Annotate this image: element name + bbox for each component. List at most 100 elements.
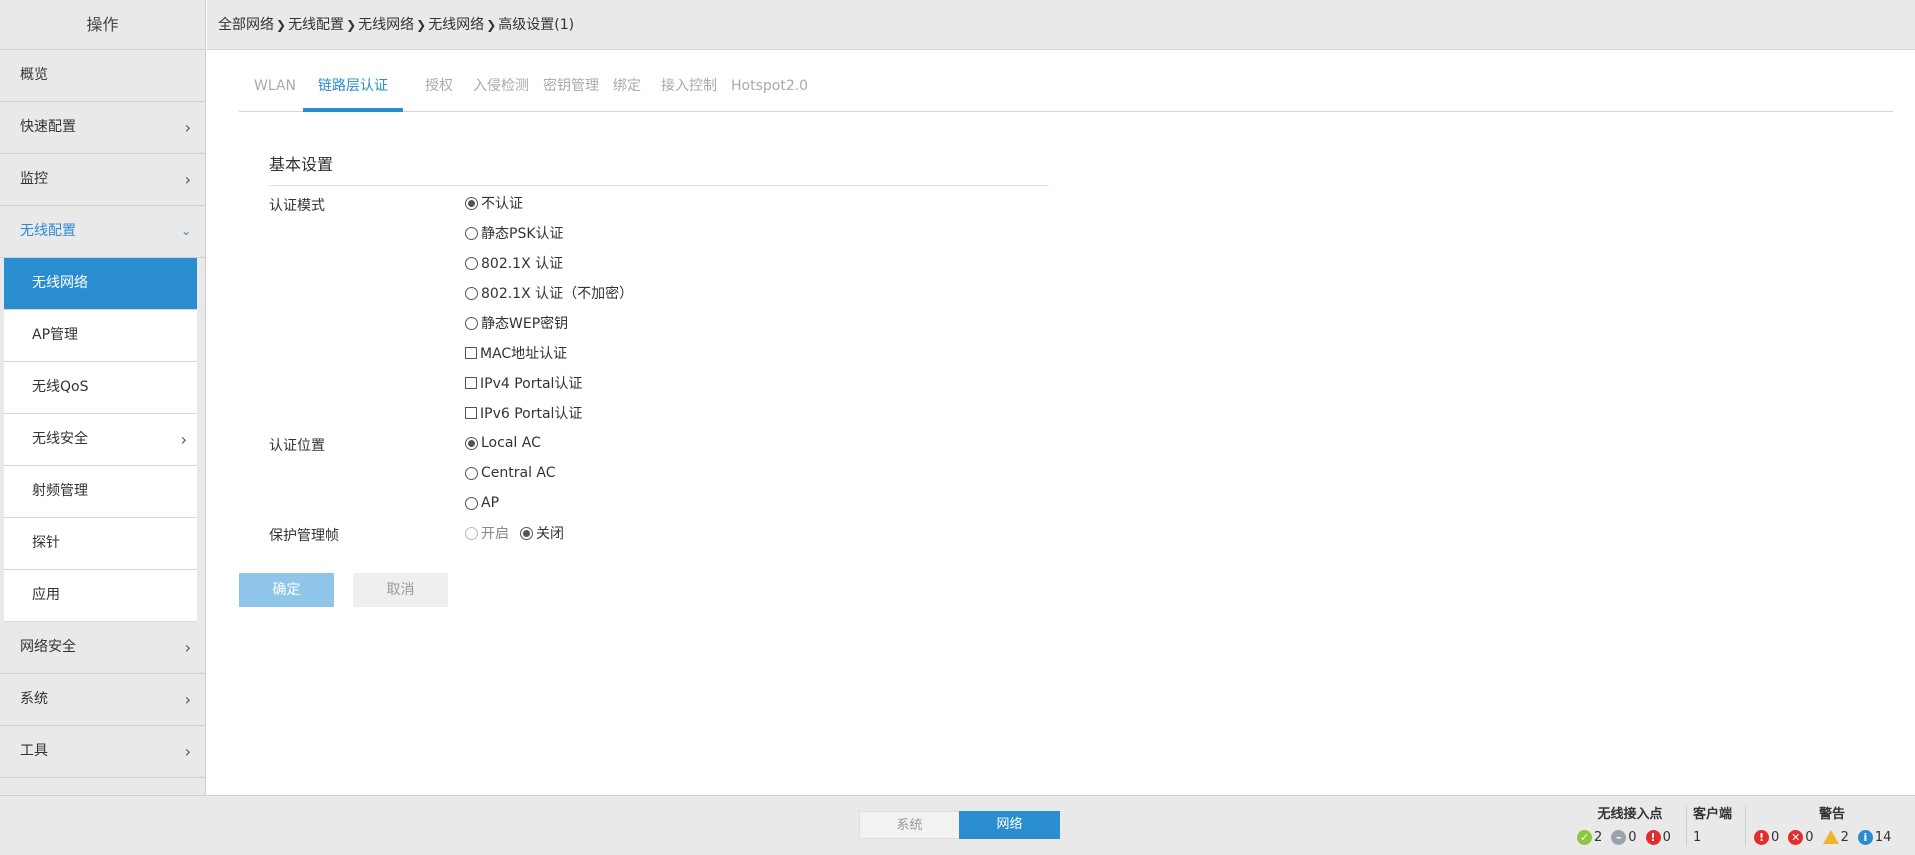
auth-mode-none-radio[interactable]: 不认证: [465, 193, 523, 213]
sidebar-subitem-wireless-qos[interactable]: 无线QoS: [4, 362, 197, 414]
toggle-system-button[interactable]: 系统: [859, 811, 959, 839]
option-label: 静态WEP密钥: [481, 316, 569, 332]
sidebar-subitem-probe[interactable]: 探针: [4, 518, 197, 570]
checkbox-icon[interactable]: [465, 377, 477, 389]
critical-alarm-icon: !: [1754, 829, 1769, 845]
radio-icon[interactable]: [465, 256, 478, 270]
alarm-stats[interactable]: 警告 ! 0 ✕ 0 2 i 14: [1752, 806, 1912, 848]
sidebar-item-label: 监控: [20, 171, 48, 187]
sidebar-item-overview[interactable]: 概览: [0, 50, 205, 102]
minus-circle-icon: –: [1611, 829, 1627, 845]
alarm-minor-count: 2: [1840, 829, 1849, 845]
sidebar-item-system[interactable]: 系统 ›: [0, 674, 205, 726]
auth-mode-label: 认证模式: [269, 198, 325, 214]
option-label: MAC地址认证: [480, 346, 568, 362]
sidebar: 操作 概览 快速配置 › 监控 › 无线配置 ⌄ 无线网络 AP管理 无线QoS…: [0, 0, 206, 795]
client-stats[interactable]: 客户端 1: [1693, 806, 1743, 848]
info-icon: i: [1857, 829, 1873, 845]
radio-checked-icon[interactable]: [465, 436, 478, 450]
auth-mode-ipv4-portal-checkbox[interactable]: IPv4 Portal认证: [465, 373, 582, 393]
option-label: 关闭: [536, 526, 564, 542]
sidebar-subitem-wireless-network[interactable]: 无线网络: [4, 258, 197, 310]
sidebar-item-label: 无线配置: [20, 223, 76, 239]
chevron-right-icon: ❯: [346, 18, 357, 32]
sidebar-subitem-label: 探针: [32, 535, 60, 551]
sidebar-item-label: 工具: [20, 743, 48, 759]
client-count: 1: [1693, 829, 1702, 845]
sidebar-title: 操作: [0, 0, 205, 50]
breadcrumb-item[interactable]: 全部网络: [218, 17, 274, 33]
tab-bar: WLAN 链路层认证 授权 入侵检测 密钥管理 绑定 接入控制 Hotspot2…: [239, 66, 1893, 112]
auth-mode-wep-radio[interactable]: 静态WEP密钥: [465, 313, 568, 333]
protect-mgmt-on-radio[interactable]: 开启: [465, 523, 509, 543]
sidebar-subitem-ap-management[interactable]: AP管理: [4, 310, 197, 362]
sidebar-item-tools[interactable]: 工具 ›: [0, 726, 205, 778]
auth-mode-8021x-noencrypt-radio[interactable]: 802.1X 认证（不加密）: [465, 283, 633, 303]
option-label: Central AC: [481, 465, 556, 481]
option-label: 开启: [481, 526, 509, 542]
sidebar-subitem-wireless-security[interactable]: 无线安全 ›: [4, 414, 197, 466]
error-circle-icon: !: [1645, 829, 1661, 845]
ap-stats-title: 无线接入点: [1597, 807, 1663, 822]
radio-icon[interactable]: [465, 526, 478, 540]
option-label: IPv6 Portal认证: [480, 406, 583, 422]
warning-icon: [1822, 830, 1839, 844]
sidebar-item-quick-config[interactable]: 快速配置 ›: [0, 102, 205, 154]
chevron-right-icon: ›: [184, 742, 191, 761]
chevron-right-icon: ›: [184, 170, 191, 189]
sidebar-subitem-application[interactable]: 应用: [4, 570, 197, 622]
radio-checked-icon[interactable]: [465, 196, 478, 210]
check-circle-icon: ✓: [1577, 829, 1592, 845]
auth-mode-8021x-radio[interactable]: 802.1X 认证: [465, 253, 563, 273]
radio-icon[interactable]: [465, 496, 478, 510]
ap-offline-count: 0: [1628, 829, 1637, 845]
breadcrumb-item[interactable]: 无线网络: [428, 17, 484, 33]
option-label: Local AC: [481, 435, 541, 451]
confirm-button[interactable]: 确定: [239, 573, 334, 607]
auth-location-local-ac-radio[interactable]: Local AC: [465, 433, 541, 453]
tab-hotspot20[interactable]: Hotspot2.0: [716, 66, 823, 112]
option-label: AP: [481, 495, 500, 511]
alarm-stats-title: 警告: [1818, 807, 1845, 822]
breadcrumb-item[interactable]: 无线网络: [358, 17, 414, 33]
auth-location-central-ac-radio[interactable]: Central AC: [465, 463, 556, 483]
tab-wlan[interactable]: WLAN: [239, 66, 311, 112]
cancel-button[interactable]: 取消: [353, 573, 448, 607]
toggle-network-button[interactable]: 网络: [959, 811, 1060, 839]
sidebar-subitem-label: AP管理: [32, 327, 79, 343]
sidebar-subitem-label: 应用: [32, 587, 60, 603]
divider: [1686, 806, 1687, 846]
main-content: WLAN 链路层认证 授权 入侵检测 密钥管理 绑定 接入控制 Hotspot2…: [207, 51, 1915, 795]
ap-error-count: 0: [1662, 829, 1671, 845]
radio-icon[interactable]: [465, 316, 478, 330]
settings-form: 基本设置 认证模式 不认证 静态PSK认证 802.1X 认证 802.1X 认…: [269, 151, 1049, 544]
sidebar-subitem-rf-management[interactable]: 射频管理: [4, 466, 197, 518]
sidebar-item-network-security[interactable]: 网络安全 ›: [0, 622, 205, 674]
checkbox-icon[interactable]: [465, 347, 477, 359]
alarm-info-count: 14: [1874, 829, 1892, 845]
chevron-right-icon: ›: [184, 638, 191, 657]
auth-mode-psk-radio[interactable]: 静态PSK认证: [465, 223, 564, 243]
auth-mode-ipv6-portal-checkbox[interactable]: IPv6 Portal认证: [465, 403, 582, 423]
radio-checked-icon[interactable]: [520, 526, 533, 540]
breadcrumb-item[interactable]: 无线配置: [288, 17, 344, 33]
sidebar-item-wireless-config[interactable]: 无线配置 ⌄: [0, 206, 205, 258]
chevron-down-icon: ⌄: [180, 224, 191, 238]
protect-mgmt-off-radio[interactable]: 关闭: [520, 523, 564, 543]
radio-icon[interactable]: [465, 226, 478, 240]
option-label: 不认证: [481, 196, 523, 212]
sidebar-subitem-label: 无线QoS: [32, 379, 89, 395]
tab-link-layer-auth[interactable]: 链路层认证: [303, 66, 403, 112]
sidebar-item-monitor[interactable]: 监控 ›: [0, 154, 205, 206]
sidebar-item-label: 系统: [20, 691, 48, 707]
auth-location-ap-radio[interactable]: AP: [465, 493, 499, 513]
checkbox-icon[interactable]: [465, 407, 477, 419]
auth-mode-mac-checkbox[interactable]: MAC地址认证: [465, 343, 567, 363]
major-alarm-icon: ✕: [1788, 829, 1804, 845]
ap-stats[interactable]: 无线接入点 ✓ 2 –0 ! 0: [1575, 806, 1685, 848]
chevron-right-icon: ❯: [276, 18, 287, 32]
status-footer: 系统 网络 无线接入点 ✓ 2 –0 ! 0 客户端 1 警告 ! 0 ✕ 0 2 i1…: [0, 795, 1915, 855]
radio-icon[interactable]: [465, 466, 478, 480]
option-label: 802.1X 认证（不加密）: [481, 286, 634, 302]
radio-icon[interactable]: [465, 286, 478, 300]
